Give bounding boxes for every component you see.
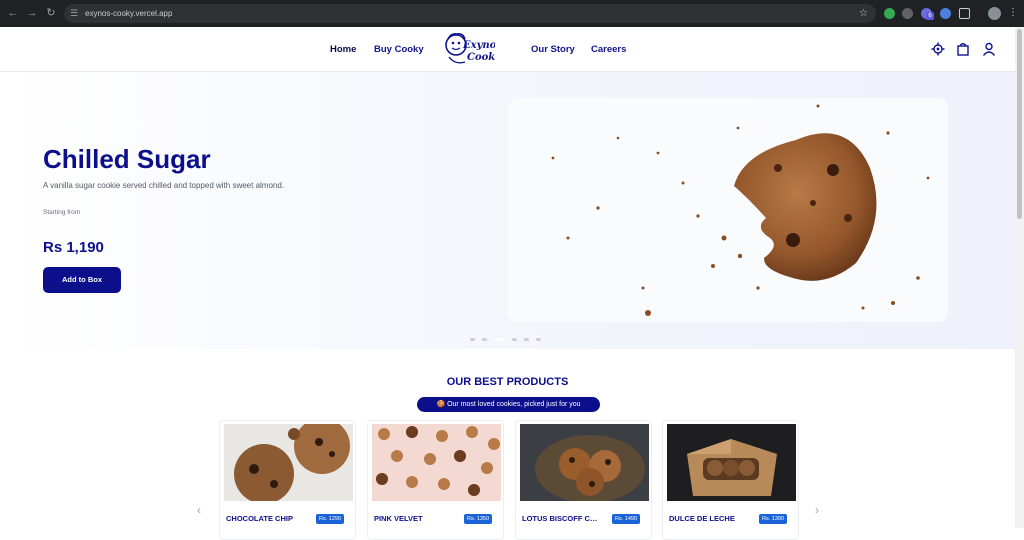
browser-menu-icon[interactable]: ⋮ (1008, 6, 1018, 20)
product-image (224, 424, 353, 501)
scrollbar-thumb[interactable] (1017, 29, 1022, 219)
carousel-dot[interactable] (470, 338, 475, 341)
back-icon[interactable]: ← (6, 6, 20, 20)
hero-title: Chilled Sugar (43, 144, 211, 174)
nav-our-story[interactable]: Our Story (531, 44, 575, 56)
url-text: exynos-cooky.vercel.app (85, 9, 173, 18)
carousel-prev-icon[interactable]: ‹ (193, 503, 205, 517)
carousel-dot-active[interactable] (495, 338, 504, 341)
extension-badge: 6 (926, 12, 934, 20)
hero-price: Rs 1,190 (43, 239, 104, 256)
extension-grey-icon[interactable] (902, 8, 913, 19)
product-card[interactable]: PINK VELVET Rs. 1350 (367, 420, 504, 540)
svg-text:Cooky: Cooky (467, 52, 495, 63)
product-image (520, 424, 649, 501)
nav-buy-cooky[interactable]: Buy Cooky (374, 44, 424, 56)
add-to-box-button[interactable]: Add to Box (43, 267, 121, 293)
product-image (372, 424, 501, 501)
product-card[interactable]: DULCE DE LECHE Rs. 1390 (662, 420, 799, 540)
hero-description: A vanilla sugar cookie served chilled an… (43, 181, 285, 190)
bookmark-star-icon[interactable]: ☆ (859, 7, 868, 20)
product-price: Rs. 1490 (612, 514, 641, 524)
product-name: DULCE DE LECHE (669, 514, 735, 523)
extension-blue-icon[interactable] (940, 8, 951, 19)
product-name: LOTUS BISCOFF CRUMBLE (522, 514, 602, 523)
carousel-dot[interactable] (536, 338, 541, 341)
exynos-cooky-logo[interactable]: Exynos Cooky (443, 31, 495, 69)
location-icon[interactable] (931, 42, 945, 56)
hero-banner: Chilled Sugar A vanilla sugar cookie ser… (0, 72, 1015, 349)
address-bar[interactable]: ☰ exynos-cooky.vercel.app ☆ (64, 4, 876, 23)
hero-starting-from: Starting from (43, 209, 81, 216)
nav-home[interactable]: Home (330, 44, 356, 56)
hero-cookie-image (508, 98, 948, 322)
carousel-next-icon[interactable]: › (811, 503, 823, 517)
extension-green-icon[interactable] (884, 8, 895, 19)
best-products-title: OUR BEST PRODUCTS (446, 376, 569, 388)
nav-careers[interactable]: Careers (591, 44, 626, 56)
carousel-dot[interactable] (524, 338, 529, 341)
product-name: CHOCOLATE CHIP (226, 514, 293, 523)
browser-toolbar: ← → ↻ ☰ exynos-cooky.vercel.app ☆ 6 ⋮ (0, 0, 1024, 27)
extensions-puzzle-icon[interactable] (959, 8, 970, 19)
product-price: Rs. 1290 (316, 514, 345, 524)
reload-icon[interactable]: ↻ (44, 6, 58, 20)
profile-avatar[interactable] (988, 7, 1001, 20)
page-scrollbar[interactable] (1015, 27, 1024, 528)
carousel-dot[interactable] (482, 338, 487, 341)
product-card[interactable]: CHOCOLATE CHIP Rs. 1290 (219, 420, 356, 540)
best-products-subtitle: 🍪 Our most loved cookies, picked just fo… (417, 397, 600, 412)
product-price: Rs. 1390 (759, 514, 788, 524)
forward-icon[interactable]: → (25, 6, 39, 20)
bag-icon[interactable] (956, 42, 970, 56)
product-image (667, 424, 796, 501)
carousel-dot[interactable] (512, 338, 517, 341)
product-name: PINK VELVET (374, 514, 423, 523)
svg-text:Exynos: Exynos (462, 40, 495, 51)
product-price: Rs. 1350 (464, 514, 493, 524)
site-settings-icon[interactable]: ☰ (70, 8, 81, 19)
user-icon[interactable] (982, 42, 996, 56)
site-header: Home Buy Cooky Exynos Cooky Our Story Ca… (0, 27, 1015, 72)
product-card[interactable]: LOTUS BISCOFF CRUMBLE Rs. 1490 (515, 420, 652, 540)
